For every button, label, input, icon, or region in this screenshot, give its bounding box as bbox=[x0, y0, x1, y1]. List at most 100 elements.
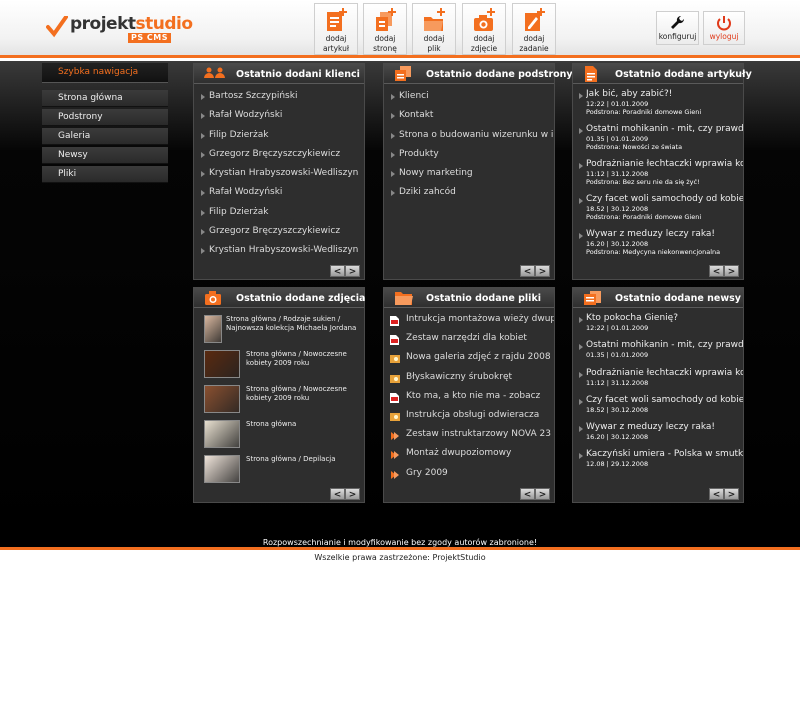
file-name[interactable]: Intrukcja montażowa wieży dwupo... bbox=[406, 314, 554, 324]
client-item[interactable]: Rafał Wodzyński bbox=[201, 106, 364, 125]
panel-title: Ostatnio dodane artykuły bbox=[615, 69, 752, 80]
image-file-icon bbox=[390, 411, 400, 421]
file-name[interactable]: Instrukcja obsługi odwieracza bbox=[406, 410, 539, 420]
news-title[interactable]: Kaczyński umiera - Polska w smutku! bbox=[586, 449, 743, 460]
pager: < > bbox=[330, 488, 360, 500]
client-item[interactable]: Rafał Wodzyński bbox=[201, 183, 364, 202]
next-page-button[interactable]: > bbox=[345, 488, 360, 500]
file-item[interactable]: Instrukcja obsługi odwieracza bbox=[384, 406, 554, 425]
file-item[interactable]: Montaż dwupoziomowy bbox=[384, 444, 554, 463]
client-item[interactable]: Grzegorz Bręczyszczykiewicz bbox=[201, 222, 364, 241]
next-page-button[interactable]: > bbox=[535, 488, 550, 500]
article-title[interactable]: Wywar z meduzy leczy raka! bbox=[586, 229, 743, 240]
file-name[interactable]: Montaż dwupoziomowy bbox=[406, 448, 511, 458]
sidebar-item-home[interactable]: Strona główna bbox=[42, 90, 168, 107]
panel-title: Ostatnio dodani klienci bbox=[236, 69, 360, 80]
panel-header: Ostatnio dodane pliki bbox=[384, 288, 554, 308]
article-title[interactable]: Ostatni mohikanin - mit, czy prawda? bbox=[586, 124, 743, 135]
photo-item[interactable]: Strona główna / Rodzaje sukien / Najnowsz… bbox=[194, 312, 364, 347]
file-name[interactable]: Zestaw instruktarzowy NOVA 23 bbox=[406, 429, 551, 439]
add-page-icon bbox=[376, 8, 396, 31]
file-item[interactable]: Zestaw narzędzi dla kobiet bbox=[384, 329, 554, 348]
sidebar-item-gallery[interactable]: Galeria bbox=[42, 128, 168, 145]
photo-item[interactable]: Strona główna / Nowoczesne kobiety 2009 r… bbox=[194, 382, 364, 417]
news-title[interactable]: Podrażnianie łechtaczki wprawia ko... bbox=[586, 368, 743, 379]
file-name[interactable]: Kto ma, a kto nie ma - zobacz bbox=[406, 391, 540, 401]
photo-item[interactable]: Strona główna bbox=[194, 417, 364, 452]
add-task-button[interactable]: dodaj zadanie bbox=[512, 3, 556, 55]
page-item[interactable]: Dziki zahcód bbox=[391, 183, 554, 202]
page-item[interactable]: Kontakt bbox=[391, 106, 554, 125]
photo-thumbnail[interactable] bbox=[204, 315, 222, 343]
news-title[interactable]: Wywar z meduzy leczy raka! bbox=[586, 422, 743, 433]
photo-thumbnail[interactable] bbox=[204, 420, 240, 448]
prev-page-button[interactable]: < bbox=[520, 265, 535, 277]
client-item[interactable]: Filip Dzierżak bbox=[201, 126, 364, 145]
photo-thumbnail[interactable] bbox=[204, 350, 240, 378]
news-title[interactable]: Ostatni mohikanin - mit, czy prawda? bbox=[586, 340, 743, 351]
article-item[interactable]: Ostatni mohikanin - mit, czy prawda? 01.3… bbox=[579, 124, 743, 159]
article-item[interactable]: Jak bić, aby zabić?! 12:22 | 01.01.2009 Po… bbox=[579, 89, 743, 124]
media-file-icon bbox=[390, 449, 399, 460]
page-item[interactable]: Nowy marketing bbox=[391, 164, 554, 183]
add-file-button[interactable]: dodaj plik bbox=[412, 3, 456, 55]
prev-page-button[interactable]: < bbox=[709, 488, 724, 500]
news-item[interactable]: Kto pokocha Gienię? 12:22 | 01.01.2009 bbox=[579, 313, 743, 340]
news-title[interactable]: Kto pokocha Gienię? bbox=[586, 313, 743, 324]
client-item[interactable]: Bartosz Szczypiński bbox=[201, 87, 364, 106]
next-page-button[interactable]: > bbox=[535, 265, 550, 277]
photo-item[interactable]: Strona główna / Nowoczesne kobiety 2009 r… bbox=[194, 347, 364, 382]
article-title[interactable]: Jak bić, aby zabić?! bbox=[586, 89, 743, 100]
prev-page-button[interactable]: < bbox=[330, 265, 345, 277]
sidebar-item-files[interactable]: Pliki bbox=[42, 166, 168, 183]
file-name[interactable]: Nowa galeria zdjęć z rajdu 2008 bbox=[406, 352, 551, 362]
news-item[interactable]: Wywar z meduzy leczy raka! 16.20 | 30.12.… bbox=[579, 422, 743, 449]
page-item[interactable]: Produkty bbox=[391, 145, 554, 164]
sidebar-item-subpages[interactable]: Podstrony bbox=[42, 109, 168, 126]
news-icon bbox=[584, 291, 601, 305]
add-photo-button[interactable]: dodaj zdjęcie bbox=[462, 3, 506, 55]
sidebar-item-news[interactable]: Newsy bbox=[42, 147, 168, 164]
logout-button[interactable]: wyloguj bbox=[703, 11, 745, 45]
file-item[interactable]: Błyskawiczny śrubokręt bbox=[384, 368, 554, 387]
file-item[interactable]: Nowa galeria zdjęć z rajdu 2008 bbox=[384, 348, 554, 367]
next-page-button[interactable]: > bbox=[345, 265, 360, 277]
file-name[interactable]: Gry 2009 bbox=[406, 468, 448, 478]
news-title[interactable]: Czy facet woli samochody od kobiet? bbox=[586, 395, 743, 406]
photo-caption-line: Najnowsza kolekcja Michaela Jordana bbox=[226, 324, 357, 332]
add-page-button[interactable]: dodaj stronę bbox=[363, 3, 407, 55]
file-item[interactable]: Kto ma, a kto nie ma - zobacz bbox=[384, 387, 554, 406]
article-title[interactable]: Podrażnianie łechtaczki wprawia ko... bbox=[586, 159, 743, 170]
page-item[interactable]: Strona o budowaniu wizerunku w i... bbox=[391, 126, 554, 145]
next-page-button[interactable]: > bbox=[724, 265, 739, 277]
news-item[interactable]: Podrażnianie łechtaczki wprawia ko... 11:… bbox=[579, 368, 743, 395]
photo-thumbnail[interactable] bbox=[204, 455, 240, 483]
photo-thumbnail[interactable] bbox=[204, 385, 240, 413]
page-item[interactable]: Klienci bbox=[391, 87, 554, 106]
article-item[interactable]: Czy facet woli samochody od kobiet? 18.52… bbox=[579, 194, 743, 229]
file-name[interactable]: Zestaw narzędzi dla kobiet bbox=[406, 333, 527, 343]
file-item[interactable]: Intrukcja montażowa wieży dwupo... bbox=[384, 310, 554, 329]
article-item[interactable]: Wywar z meduzy leczy raka! 16.20 | 30.12.… bbox=[579, 229, 743, 264]
news-item[interactable]: Czy facet woli samochody od kobiet? 18.52… bbox=[579, 395, 743, 422]
article-title[interactable]: Czy facet woli samochody od kobiet? bbox=[586, 194, 743, 205]
file-item[interactable]: Gry 2009 bbox=[384, 464, 554, 483]
prev-page-button[interactable]: < bbox=[520, 488, 535, 500]
file-name[interactable]: Błyskawiczny śrubokręt bbox=[406, 372, 512, 382]
client-item[interactable]: Krystian Hrabyszowski-Wedliszyn bbox=[201, 241, 364, 260]
client-item[interactable]: Krystian Hrabyszowski-Wedliszyn bbox=[201, 164, 364, 183]
client-item[interactable]: Filip Dzierżak bbox=[201, 203, 364, 222]
configure-button[interactable]: konfiguruj bbox=[656, 11, 699, 45]
add-article-button[interactable]: dodaj artykuł bbox=[314, 3, 358, 55]
prev-page-button[interactable]: < bbox=[709, 265, 724, 277]
pager: < > bbox=[709, 265, 739, 277]
photo-item[interactable]: Strona główna / Depilacja bbox=[194, 452, 364, 487]
news-item[interactable]: Kaczyński umiera - Polska w smutku! 12.08… bbox=[579, 449, 743, 476]
news-item[interactable]: Ostatni mohikanin - mit, czy prawda? 01.3… bbox=[579, 340, 743, 367]
client-item[interactable]: Grzegorz Bręczyszczykiewicz bbox=[201, 145, 364, 164]
file-item[interactable]: Zestaw instruktarzowy NOVA 23 bbox=[384, 425, 554, 444]
article-item[interactable]: Podrażnianie łechtaczki wprawia ko... 11:… bbox=[579, 159, 743, 194]
next-page-button[interactable]: > bbox=[724, 488, 739, 500]
news-date: 18.52 | 30.12.2008 bbox=[586, 405, 649, 414]
prev-page-button[interactable]: < bbox=[330, 488, 345, 500]
